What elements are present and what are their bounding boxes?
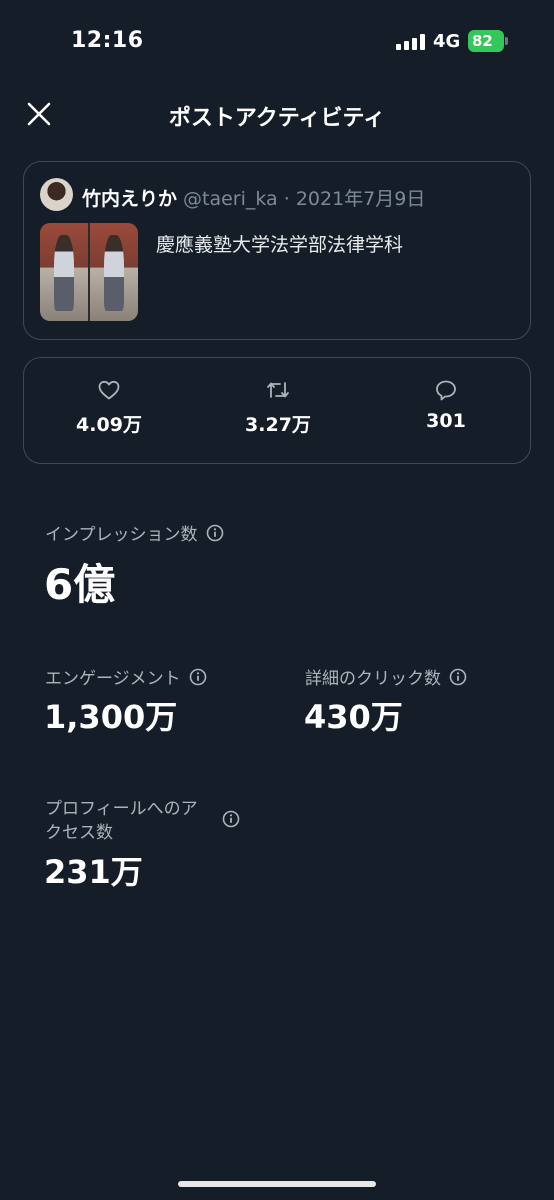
- post-text: 慶應義塾大学法学部法律学科: [156, 234, 404, 256]
- likes-count: 4.09万: [76, 414, 142, 436]
- battery-icon: 82: [468, 30, 504, 52]
- engagements-value: 1,300万: [44, 698, 178, 736]
- info-icon[interactable]: [206, 524, 224, 547]
- signal-icon: [396, 34, 426, 50]
- profile-visits-label-line2: クセス数: [45, 823, 113, 843]
- info-icon[interactable]: [189, 668, 207, 691]
- detail-clicks-label-text: 詳細のクリック数: [305, 669, 441, 689]
- home-indicator[interactable]: [178, 1181, 376, 1187]
- info-icon[interactable]: [449, 668, 467, 691]
- reposts-count: 3.27万: [245, 414, 311, 436]
- battery-level: 82: [472, 32, 493, 50]
- engagements-label-text: エンゲージメント: [45, 669, 181, 689]
- engagement-card: 4.09万 3.27万 301: [23, 357, 531, 464]
- post-image-left: [40, 223, 88, 321]
- profile-visits-label: プロフィールへのア クセス数: [45, 797, 198, 845]
- reply-icon: [436, 380, 456, 401]
- avatar: [40, 178, 73, 211]
- network-type: 4G: [433, 31, 461, 52]
- replies-count: 301: [426, 410, 466, 432]
- status-bar: 12:16 4G 82: [0, 0, 554, 84]
- impressions-label: インプレッション数: [45, 520, 224, 547]
- heart-icon: [98, 380, 120, 400]
- impressions-label-text: インプレッション数: [45, 525, 198, 545]
- page-title: ポストアクティビティ: [168, 106, 386, 131]
- likes-stat[interactable]: 4.09万: [39, 378, 179, 437]
- reposts-stat[interactable]: 3.27万: [208, 378, 348, 437]
- profile-visits-label-line1: プロフィールへのア: [45, 799, 198, 819]
- detail-clicks-label: 詳細のクリック数: [305, 664, 467, 691]
- detail-clicks-value: 430万: [304, 698, 403, 736]
- replies-stat[interactable]: 301: [376, 378, 516, 432]
- profile-visits-value: 231万: [44, 853, 143, 891]
- author-name: 竹内えりか: [82, 188, 178, 210]
- post-preview-card[interactable]: 竹内えりか @taeri_ka · 2021年7月9日 慶應義塾大学法学部法律学科: [23, 161, 531, 340]
- author-meta: @taeri_ka · 2021年7月9日: [183, 188, 426, 210]
- repost-icon: [267, 382, 289, 398]
- impressions-value: 6億: [44, 560, 116, 609]
- info-icon[interactable]: [222, 810, 240, 832]
- post-image[interactable]: [40, 223, 138, 321]
- status-time: 12:16: [71, 28, 144, 53]
- post-author-line: 竹内えりか @taeri_ka · 2021年7月9日: [82, 184, 425, 211]
- battery-cap: [505, 37, 508, 45]
- engagements-label: エンゲージメント: [45, 664, 207, 691]
- post-image-right: [88, 223, 138, 321]
